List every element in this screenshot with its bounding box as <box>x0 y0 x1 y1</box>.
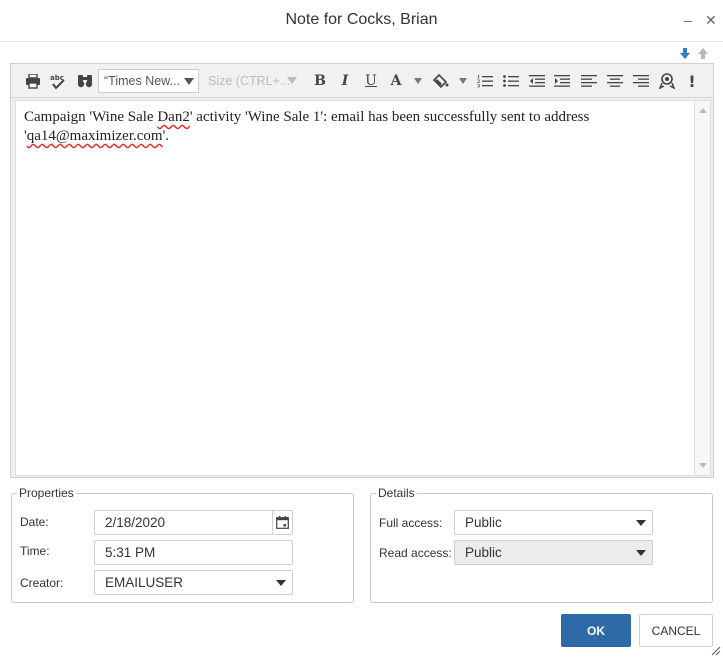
indent-icon[interactable] <box>552 71 572 91</box>
note-email-address: qa14@maximizer.com <box>26 128 163 144</box>
priority-exclamation-icon[interactable]: ! <box>682 71 702 91</box>
full-access-value: Public <box>465 515 502 530</box>
cancel-button[interactable]: CANCEL <box>639 614 713 647</box>
previous-record-arrow-icon[interactable] <box>698 48 708 62</box>
note-text-area[interactable]: Campaign 'Wine Sale Dan2' activity 'Wine… <box>15 100 695 476</box>
rich-text-editor: abc “Times New... Size (CTRL+... B I U A <box>10 63 714 478</box>
note-text-part: '. <box>162 128 170 144</box>
read-access-value: Public <box>465 545 502 560</box>
time-label: Time: <box>20 544 50 558</box>
note-dialog: Note for Cocks, Brian – ✕ abc “Times New… <box>0 0 723 658</box>
ok-button[interactable]: OK <box>561 614 631 647</box>
creator-value: EMAILUSER <box>105 575 184 590</box>
svg-text:3: 3 <box>477 84 480 89</box>
find-binoculars-icon[interactable] <box>75 71 95 91</box>
properties-legend: Properties <box>17 486 76 500</box>
dialog-title: Note for Cocks, Brian <box>285 11 438 28</box>
time-value: 5:31 PM <box>105 545 156 560</box>
font-size-dropdown[interactable]: Size (CTRL+... <box>203 69 301 93</box>
full-access-label: Full access: <box>379 516 443 530</box>
note-text-part: Campaign 'Wine Sale <box>24 109 158 125</box>
font-name-value: “Times New... <box>104 74 180 88</box>
calendar-icon[interactable] <box>272 511 292 534</box>
editor-vertical-scrollbar[interactable] <box>695 100 711 476</box>
bold-button[interactable]: B <box>310 71 330 91</box>
highlight-color-dropdown-icon[interactable] <box>459 78 467 84</box>
align-center-icon[interactable] <box>605 71 625 91</box>
scroll-up-arrow-icon[interactable] <box>699 108 707 113</box>
align-right-icon[interactable] <box>631 71 651 91</box>
details-legend: Details <box>376 486 417 500</box>
note-misspelled-word: Dan2 <box>157 109 190 125</box>
chevron-down-icon <box>276 580 286 586</box>
full-access-dropdown[interactable]: Public <box>454 510 653 535</box>
time-field[interactable]: 5:31 PM <box>94 540 293 565</box>
font-color-dropdown-icon[interactable] <box>414 78 422 84</box>
read-access-label: Read access: <box>379 546 452 560</box>
record-navigation <box>680 48 714 62</box>
properties-group: Properties Date: 2/18/2020 Time: 5:31 PM… <box>11 486 354 603</box>
read-access-dropdown[interactable]: Public <box>454 540 653 565</box>
next-record-arrow-icon[interactable] <box>680 48 690 62</box>
chevron-down-icon <box>287 77 297 84</box>
outdent-icon[interactable] <box>527 71 547 91</box>
numbered-list-icon[interactable]: 123 <box>475 71 495 91</box>
date-field[interactable]: 2/18/2020 <box>94 510 293 535</box>
creator-label: Creator: <box>20 576 64 590</box>
date-label: Date: <box>20 515 49 529</box>
creator-dropdown[interactable]: EMAILUSER <box>94 570 293 595</box>
chevron-down-icon <box>184 78 194 85</box>
highlight-color-icon[interactable] <box>431 71 451 91</box>
print-icon[interactable] <box>23 71 43 91</box>
scroll-down-arrow-icon[interactable] <box>699 463 707 468</box>
italic-button[interactable]: I <box>335 71 355 91</box>
underline-button[interactable]: U <box>361 71 381 91</box>
editor-toolbar: abc “Times New... Size (CTRL+... B I U A <box>11 64 713 98</box>
font-name-dropdown[interactable]: “Times New... <box>98 69 199 93</box>
title-bar: Note for Cocks, Brian – ✕ <box>0 0 723 42</box>
details-group: Details Full access: Public Read access:… <box>370 486 713 603</box>
spellcheck-icon[interactable]: abc <box>49 71 69 91</box>
font-size-placeholder: Size (CTRL+... <box>208 74 291 88</box>
date-value: 2/18/2020 <box>105 515 166 530</box>
font-color-button[interactable]: A <box>386 71 406 91</box>
chevron-down-icon <box>636 520 646 526</box>
close-button[interactable]: ✕ <box>705 12 717 28</box>
resize-grip-icon[interactable] <box>709 644 721 656</box>
chevron-down-icon <box>636 550 646 556</box>
minimize-button[interactable]: – <box>684 12 692 28</box>
bullet-list-icon[interactable] <box>501 71 521 91</box>
align-left-icon[interactable] <box>579 71 599 91</box>
link-icon[interactable] <box>657 71 677 91</box>
